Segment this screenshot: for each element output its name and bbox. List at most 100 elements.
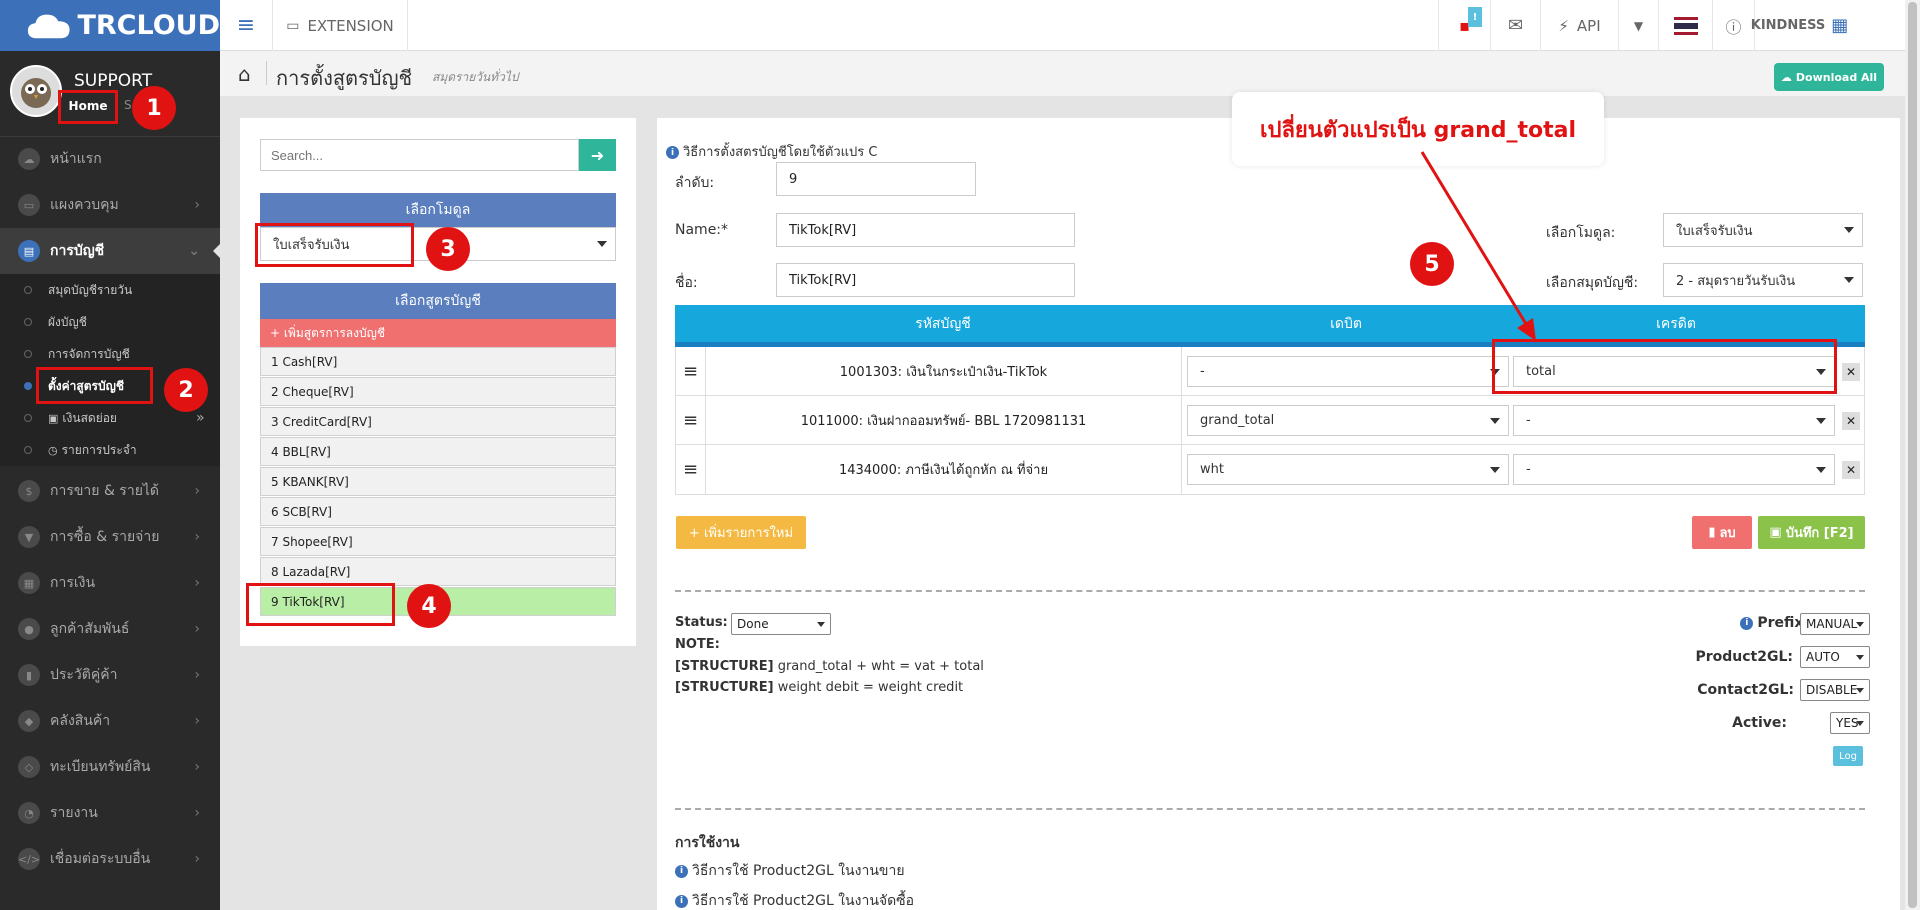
search-input[interactable]	[260, 139, 579, 171]
sidebar-item-purchase[interactable]: ▼ การซื้อ & รายจ่าย ›	[0, 514, 220, 560]
search-go-button[interactable]: ➜	[579, 139, 616, 171]
account-column-header: รหัสบัญชี	[915, 315, 971, 332]
drag-handle-icon[interactable]: ≡	[676, 445, 706, 494]
sidebar-item-partners[interactable]: ▮ ประวัติคู่ค้า ›	[0, 652, 220, 698]
profile-name: SUPPORT	[74, 71, 153, 91]
download-all-button[interactable]: ☁ Download All	[1774, 63, 1884, 91]
help-icon[interactable]: ⓘ	[1712, 0, 1754, 51]
debit-select[interactable]: grand_total	[1187, 405, 1509, 436]
annotation-badge-2: 2	[164, 368, 208, 412]
table-header: รหัสบัญชี เดบิต เครดิต	[675, 305, 1865, 347]
diamond-icon: ◇	[18, 756, 40, 778]
brand-logo[interactable]: TRCLOUD	[0, 0, 220, 51]
account-cell: 1001303: เงินในกระเป๋าเงิน-TikTok	[706, 347, 1182, 396]
prefix-select[interactable]: MANUAL	[1800, 613, 1870, 635]
sidebar-item-sales[interactable]: $ การขาย & รายได้ ›	[0, 468, 220, 514]
info-icon: i	[675, 894, 688, 908]
cloud-download-icon: ☁	[1780, 70, 1792, 84]
formula-item[interactable]: 1 Cash[RV]	[260, 347, 616, 376]
remove-row-icon[interactable]: ✕	[1842, 363, 1860, 381]
formula-item[interactable]: 7 Shopee[RV]	[260, 527, 616, 556]
formula-item[interactable]: 6 SCB[RV]	[260, 497, 616, 526]
formula-item[interactable]: 2 Cheque[RV]	[260, 377, 616, 406]
usage-link-sales[interactable]: i วิธีการใช้ Product2GL ในงานขาย	[675, 860, 905, 882]
sidebar-sub-recurring[interactable]: ◷ รายการประจำ	[0, 434, 220, 466]
account-cell: 1434000: ภาษีเงินได้ถูกหัก ณ ที่จ่าย	[706, 445, 1182, 494]
sidebar-item-crm[interactable]: ● ลูกค้าสัมพันธ์ ›	[0, 606, 220, 652]
debit-select[interactable]: -	[1187, 356, 1509, 387]
module-header: เลือกโมดูล	[260, 193, 616, 227]
language-flag[interactable]	[1658, 0, 1712, 51]
contact-icon: ▮	[18, 664, 40, 686]
cubes-icon: ◆	[18, 710, 40, 732]
sidebar-item-finance[interactable]: ▦ การเงิน ›	[0, 560, 220, 606]
caret-down-icon[interactable]: ▼	[1618, 0, 1658, 51]
contact2gl-select[interactable]: DISABLE	[1800, 679, 1870, 701]
table-row: ≡ 1434000: ภาษีเงินได้ถูกหัก ณ ที่จ่าย w…	[675, 445, 1865, 495]
sidebar-sub-journal[interactable]: สมุดบัญชีรายวัน	[0, 274, 220, 306]
sidebar-item-dashboard[interactable]: ▭ แผงควบคุม ›	[0, 182, 220, 228]
remove-row-icon[interactable]: ✕	[1842, 461, 1860, 479]
sidebar-sub-manage[interactable]: การจัดการบัญชี	[0, 338, 220, 370]
add-formula-button[interactable]: + เพิ่มสูตรการลงบัญชี	[260, 319, 616, 347]
info-icon: i	[666, 146, 679, 159]
calendar-icon: ▦	[18, 572, 40, 594]
pie-chart-icon: ◔	[18, 802, 40, 824]
sidebar-item-reports[interactable]: ◔ รายงาน ›	[0, 790, 220, 836]
formula-item[interactable]: 5 KBANK[RV]	[260, 467, 616, 496]
credit-select[interactable]: -	[1513, 405, 1835, 436]
formula-item[interactable]: 4 BBL[RV]	[260, 437, 616, 466]
mail-icon[interactable]: ✉	[1490, 0, 1540, 51]
chevron-down-icon: ⌄	[188, 243, 200, 259]
avatar[interactable]	[10, 65, 62, 117]
table-row: ≡ 1011000: เงินฝากออมทรัพย์- BBL 1720981…	[675, 396, 1865, 445]
drag-handle-icon[interactable]: ≡	[676, 347, 706, 396]
cart-icon: ▼	[18, 526, 40, 548]
add-row-button[interactable]: + เพิ่มรายการใหม่	[676, 516, 806, 549]
sidebar-item-assets[interactable]: ◇ ทะเบียนทรัพย์สิน ›	[0, 744, 220, 790]
sidebar-item-inventory[interactable]: ◆ คลังสินค้า ›	[0, 698, 220, 744]
brand-name: TRCLOUD	[77, 10, 220, 41]
formula-item[interactable]: 8 Lazada[RV]	[260, 557, 616, 586]
info-icon: i	[1740, 616, 1754, 630]
sidebar-sub-chart[interactable]: ผังบัญชี	[0, 306, 220, 338]
log-button[interactable]: Log	[1833, 746, 1863, 766]
sidebar-item-accounting[interactable]: ▤ การบัญชี ⌄	[0, 228, 220, 274]
formula-item[interactable]: 3 CreditCard[RV]	[260, 407, 616, 436]
extension-button[interactable]: ▭ EXTENSION	[272, 0, 408, 51]
sidebar-item-integrations[interactable]: </> เชื่อมต่อระบบอื่น ›	[0, 836, 220, 882]
remove-row-icon[interactable]: ✕	[1842, 412, 1860, 430]
delete-button[interactable]: ▮ ลบ	[1692, 516, 1752, 549]
home-icon[interactable]: ⌂	[238, 62, 251, 86]
account-cell: 1011000: เงินฝากออมทรัพย์- BBL 172098113…	[706, 396, 1182, 445]
top-bar: ≡ ▭ EXTENSION ▪ ! ✉ ⚡ API ▼ ⓘ KINDNESS ▦	[220, 0, 1920, 51]
users-icon: ●	[18, 618, 40, 640]
api-button[interactable]: ⚡ API	[1540, 0, 1618, 51]
hamburger-menu-icon[interactable]: ≡	[220, 0, 272, 51]
notification-button[interactable]: ▪ !	[1438, 0, 1490, 51]
thai-name-input[interactable]: TikTok[RV]	[776, 263, 1075, 297]
order-input[interactable]: 9	[776, 162, 976, 196]
active-select[interactable]: YES	[1830, 712, 1870, 734]
clock-icon: ◷	[48, 443, 58, 457]
status-select[interactable]: Done	[731, 613, 831, 635]
usage-link-purchase[interactable]: i วิธีการใช้ Product2GL ในงานจัดซื้อ	[675, 890, 914, 910]
page-scrollbar[interactable]	[1905, 0, 1920, 910]
drag-handle-icon[interactable]: ≡	[676, 396, 706, 445]
name-input[interactable]: TikTok[RV]	[776, 213, 1075, 247]
credit-select[interactable]: -	[1513, 454, 1835, 485]
book-select[interactable]: 2 - สมุดรายวันรับเงิน	[1663, 263, 1863, 297]
debit-select[interactable]: wht	[1187, 454, 1509, 485]
info-text: i วิธีการตั้งสตรบัญชีโดยใช้ตัวแปร C	[666, 141, 877, 162]
sidebar-item-home[interactable]: ☁ หน้าแรก	[0, 136, 220, 182]
product2gl-select[interactable]: AUTO	[1800, 646, 1870, 668]
book-icon: ▤	[18, 240, 40, 262]
company-switcher[interactable]: KINDNESS ▦	[1751, 0, 1848, 51]
contact2gl-label: Contact2GL:	[1697, 682, 1794, 698]
module-select-main[interactable]: ใบเสร็จรับเงิน	[1663, 213, 1863, 247]
active-label: Active:	[1732, 715, 1787, 731]
order-label: ลำดับ:	[675, 175, 715, 191]
notification-badge: !	[1468, 7, 1482, 27]
save-button[interactable]: ▣ บันทึก [F2]	[1758, 516, 1865, 549]
arrow-right-icon: ➜	[590, 145, 605, 165]
